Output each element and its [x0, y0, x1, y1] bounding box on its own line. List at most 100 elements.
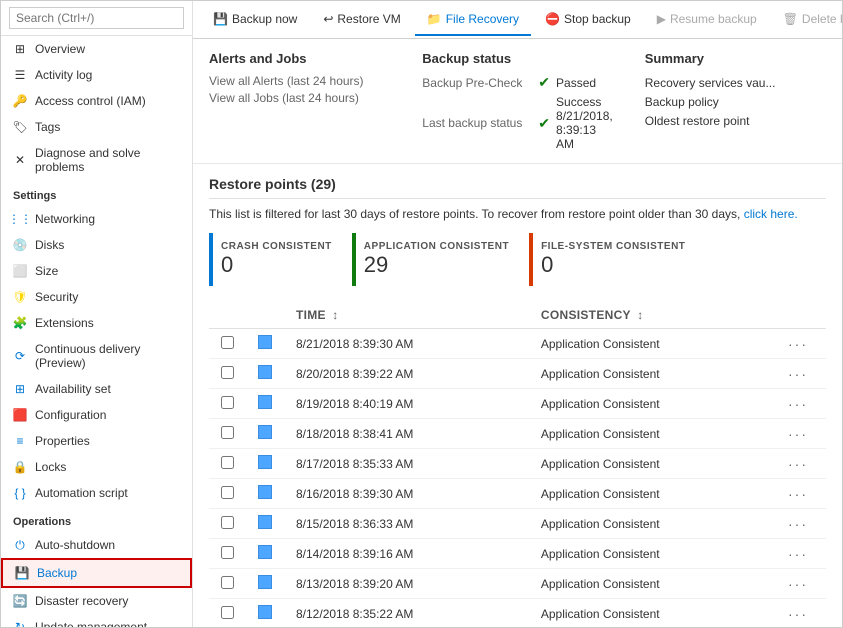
- col-checkbox-header[interactable]: [209, 302, 246, 329]
- table-row[interactable]: 8/21/2018 8:39:30 AM Application Consist…: [209, 329, 826, 359]
- table-row[interactable]: 8/13/2018 8:39:20 AM Application Consist…: [209, 569, 826, 599]
- col-consistency-header[interactable]: CONSISTENCY ↕: [529, 302, 776, 329]
- row-actions-cell[interactable]: ···: [776, 449, 826, 479]
- fs-consistent-box: FILE-SYSTEM CONSISTENT 0: [529, 233, 705, 286]
- tab-backup-now[interactable]: 💾 Backup now: [201, 4, 309, 36]
- row-checkbox-cell[interactable]: [209, 329, 246, 359]
- row-checkbox-cell[interactable]: [209, 419, 246, 449]
- row-more-button[interactable]: ···: [788, 516, 808, 532]
- sidebar-item-automation[interactable]: { } Automation script: [1, 480, 192, 506]
- sidebar-item-availability-set[interactable]: ⊞ Availability set: [1, 376, 192, 402]
- tab-delete-backup-data[interactable]: 🗑 Delete backup data: [771, 4, 842, 36]
- row-checkbox[interactable]: [221, 426, 234, 439]
- row-time-cell: 8/19/2018 8:40:19 AM: [284, 389, 529, 419]
- row-checkbox[interactable]: [221, 486, 234, 499]
- row-color-cell: [246, 359, 284, 389]
- row-checkbox-cell[interactable]: [209, 479, 246, 509]
- table-row[interactable]: 8/20/2018 8:39:22 AM Application Consist…: [209, 359, 826, 389]
- row-checkbox[interactable]: [221, 366, 234, 379]
- sidebar-item-continuous-delivery[interactable]: ⟳ Continuous delivery (Preview): [1, 336, 192, 376]
- sidebar-item-diagnose[interactable]: ✕ Diagnose and solve problems: [1, 140, 192, 180]
- row-checkbox-cell[interactable]: [209, 509, 246, 539]
- sidebar-item-iam[interactable]: 🔑 Access control (IAM): [1, 88, 192, 114]
- view-all-jobs-link[interactable]: View all Jobs (last 24 hours): [209, 91, 390, 105]
- tab-restore-vm[interactable]: ↩ Restore VM: [311, 4, 412, 36]
- sidebar-item-disks[interactable]: 💿 Disks: [1, 232, 192, 258]
- color-box-icon: [258, 545, 272, 559]
- row-actions-cell[interactable]: ···: [776, 569, 826, 599]
- row-checkbox-cell[interactable]: [209, 359, 246, 389]
- row-color-cell: [246, 599, 284, 628]
- row-more-button[interactable]: ···: [788, 336, 808, 352]
- row-more-button[interactable]: ···: [788, 366, 808, 382]
- row-checkbox[interactable]: [221, 546, 234, 559]
- row-actions-cell[interactable]: ···: [776, 419, 826, 449]
- row-actions-cell[interactable]: ···: [776, 509, 826, 539]
- row-checkbox[interactable]: [221, 576, 234, 589]
- row-checkbox-cell[interactable]: [209, 569, 246, 599]
- sidebar-item-update-management[interactable]: ↻ Update management: [1, 614, 192, 627]
- row-actions-cell[interactable]: ···: [776, 389, 826, 419]
- table-row[interactable]: 8/18/2018 8:38:41 AM Application Consist…: [209, 419, 826, 449]
- sidebar-item-disaster-recovery[interactable]: 🔄 Disaster recovery: [1, 588, 192, 614]
- resume-backup-icon: ▶: [657, 12, 666, 26]
- row-more-button[interactable]: ···: [788, 456, 808, 472]
- row-checkbox[interactable]: [221, 456, 234, 469]
- search-box[interactable]: [1, 1, 192, 36]
- tab-resume-backup[interactable]: ▶ Resume backup: [645, 4, 769, 36]
- filter-click-here-link[interactable]: click here.: [744, 207, 798, 221]
- table-row[interactable]: 8/12/2018 8:35:22 AM Application Consist…: [209, 599, 826, 628]
- sidebar-item-security[interactable]: 🛡 Security: [1, 284, 192, 310]
- settings-section-label: Settings: [1, 180, 192, 206]
- row-checkbox-cell[interactable]: [209, 539, 246, 569]
- network-icon: ⋮⋮: [13, 212, 27, 226]
- sidebar-item-networking[interactable]: ⋮⋮ Networking: [1, 206, 192, 232]
- row-more-button[interactable]: ···: [788, 576, 808, 592]
- table-row[interactable]: 8/17/2018 8:35:33 AM Application Consist…: [209, 449, 826, 479]
- table-row[interactable]: 8/19/2018 8:40:19 AM Application Consist…: [209, 389, 826, 419]
- crash-value: 0: [221, 252, 332, 278]
- row-actions-cell[interactable]: ···: [776, 329, 826, 359]
- tab-file-recovery[interactable]: 📁 File Recovery: [415, 4, 531, 36]
- row-time-cell: 8/16/2018 8:39:30 AM: [284, 479, 529, 509]
- prop-icon: ≡: [13, 434, 27, 448]
- row-checkbox[interactable]: [221, 396, 234, 409]
- row-more-button[interactable]: ···: [788, 486, 808, 502]
- table-row[interactable]: 8/15/2018 8:36:33 AM Application Consist…: [209, 509, 826, 539]
- row-more-button[interactable]: ···: [788, 606, 808, 622]
- row-more-button[interactable]: ···: [788, 426, 808, 442]
- sidebar-item-overview[interactable]: ⊞ Overview: [1, 36, 192, 62]
- sidebar-item-auto-shutdown[interactable]: ⏻ Auto-shutdown: [1, 532, 192, 558]
- table-row[interactable]: 8/14/2018 8:39:16 AM Application Consist…: [209, 539, 826, 569]
- row-actions-cell[interactable]: ···: [776, 539, 826, 569]
- summary-line2: Backup policy: [645, 93, 826, 112]
- summary-panel: Summary Recovery services vau... Backup …: [645, 51, 826, 155]
- sidebar-item-locks[interactable]: 🔒 Locks: [1, 454, 192, 480]
- row-actions-cell[interactable]: ···: [776, 599, 826, 628]
- disk-icon: 💿: [13, 238, 27, 252]
- row-more-button[interactable]: ···: [788, 546, 808, 562]
- row-color-cell: [246, 509, 284, 539]
- view-all-alerts-link[interactable]: View all Alerts (last 24 hours): [209, 74, 390, 88]
- sidebar-item-properties[interactable]: ≡ Properties: [1, 428, 192, 454]
- tab-stop-backup[interactable]: ⛔ Stop backup: [533, 4, 643, 36]
- row-checkbox[interactable]: [221, 516, 234, 529]
- sidebar-item-size[interactable]: ⬜ Size: [1, 258, 192, 284]
- crash-consistent-box: CRASH CONSISTENT 0: [209, 233, 352, 286]
- sidebar-item-configuration[interactable]: 🟥 Configuration: [1, 402, 192, 428]
- row-checkbox[interactable]: [221, 606, 234, 619]
- sidebar-item-backup[interactable]: 💾 Backup: [1, 558, 192, 588]
- row-actions-cell[interactable]: ···: [776, 359, 826, 389]
- row-checkbox-cell[interactable]: [209, 599, 246, 628]
- row-checkbox-cell[interactable]: [209, 449, 246, 479]
- row-actions-cell[interactable]: ···: [776, 479, 826, 509]
- row-checkbox-cell[interactable]: [209, 389, 246, 419]
- sidebar-item-tags[interactable]: 🏷 Tags: [1, 114, 192, 140]
- col-time-header[interactable]: TIME ↕: [284, 302, 529, 329]
- sidebar-item-activity-log[interactable]: ☰ Activity log: [1, 62, 192, 88]
- row-more-button[interactable]: ···: [788, 396, 808, 412]
- table-row[interactable]: 8/16/2018 8:39:30 AM Application Consist…: [209, 479, 826, 509]
- sidebar-item-extensions[interactable]: 🧩 Extensions: [1, 310, 192, 336]
- search-input[interactable]: [9, 7, 184, 29]
- row-checkbox[interactable]: [221, 336, 234, 349]
